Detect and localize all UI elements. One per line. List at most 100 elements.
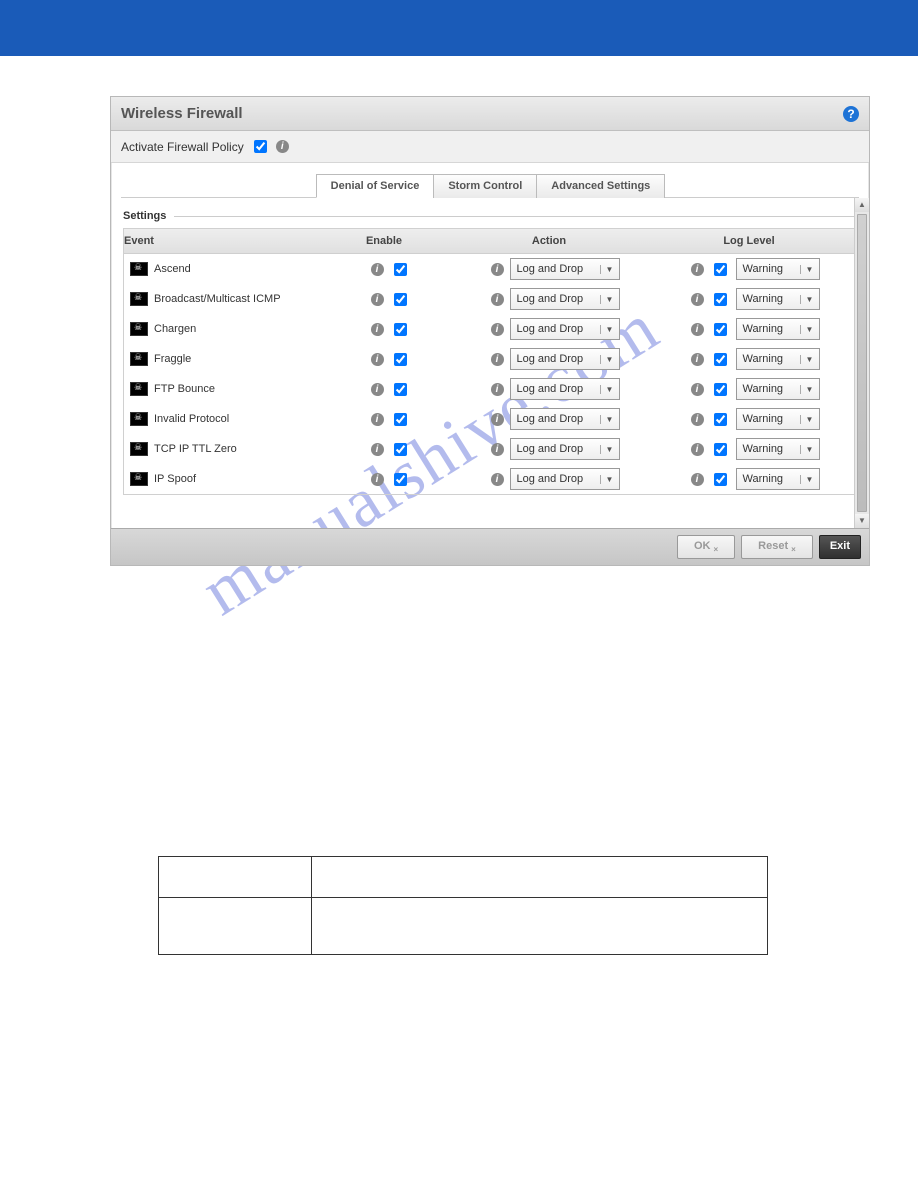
info-icon[interactable]: i [691, 413, 704, 426]
info-icon[interactable]: i [491, 443, 504, 456]
loglevel-value: Warning [737, 323, 800, 335]
info-icon[interactable]: i [491, 383, 504, 396]
info-icon[interactable]: i [491, 473, 504, 486]
action-dropdown[interactable]: Log and Drop▼ [510, 408, 620, 430]
loglevel-dropdown[interactable]: Warning▼ [736, 468, 820, 490]
scroll-up-icon[interactable]: ▲ [855, 198, 869, 212]
event-name: FTP Bounce [154, 383, 215, 395]
tab-storm-control[interactable]: Storm Control [433, 174, 537, 198]
info-icon[interactable]: i [371, 473, 384, 486]
table-row: AscendiiLog and Drop▼iWarning▼ [124, 254, 856, 284]
action-value: Log and Drop [511, 263, 600, 275]
loglevel-dropdown[interactable]: Warning▼ [736, 438, 820, 460]
enable-checkbox[interactable] [394, 293, 407, 306]
event-name: Broadcast/Multicast ICMP [154, 293, 281, 305]
scroll-down-icon[interactable]: ▼ [855, 514, 869, 528]
loglevel-checkbox[interactable] [714, 263, 727, 276]
info-icon[interactable]: i [691, 383, 704, 396]
chevron-down-icon: ▼ [800, 325, 819, 334]
skull-flag-icon [130, 382, 148, 396]
loglevel-dropdown[interactable]: Warning▼ [736, 318, 820, 340]
loglevel-checkbox[interactable] [714, 413, 727, 426]
info-icon[interactable]: i [371, 293, 384, 306]
loglevel-dropdown[interactable]: Warning▼ [736, 348, 820, 370]
action-dropdown[interactable]: Log and Drop▼ [510, 348, 620, 370]
action-dropdown[interactable]: Log and Drop▼ [510, 378, 620, 400]
info-icon[interactable]: i [691, 353, 704, 366]
scrollbar[interactable]: ▲ ▼ [854, 198, 869, 528]
description-table [158, 856, 768, 955]
help-icon[interactable]: ? [843, 106, 859, 122]
loglevel-checkbox[interactable] [714, 293, 727, 306]
scroll-thumb[interactable] [857, 214, 867, 512]
tab-denial-of-service[interactable]: Denial of Service [316, 174, 435, 198]
info-icon[interactable]: i [691, 473, 704, 486]
info-icon[interactable]: i [691, 443, 704, 456]
info-icon[interactable]: i [276, 140, 289, 153]
info-icon[interactable]: i [371, 353, 384, 366]
info-icon[interactable]: i [371, 323, 384, 336]
info-icon[interactable]: i [371, 383, 384, 396]
enable-checkbox[interactable] [394, 443, 407, 456]
skull-flag-icon [130, 472, 148, 486]
content-scroller: Settings Event Enable Action Log Level A… [111, 198, 869, 528]
enable-checkbox[interactable] [394, 383, 407, 396]
table-row: TCP IP TTL ZeroiiLog and Drop▼iWarning▼ [124, 434, 856, 464]
skull-flag-icon [130, 292, 148, 306]
info-icon[interactable]: i [691, 293, 704, 306]
event-name: IP Spoof [154, 473, 196, 485]
action-dropdown[interactable]: Log and Drop▼ [510, 258, 620, 280]
grid-header: Event Enable Action Log Level [124, 229, 856, 254]
loglevel-checkbox[interactable] [714, 443, 727, 456]
ok-button[interactable]: OK× [677, 535, 735, 559]
enable-checkbox[interactable] [394, 323, 407, 336]
exit-button[interactable]: Exit [819, 535, 861, 559]
enable-checkbox[interactable] [394, 413, 407, 426]
enable-checkbox[interactable] [394, 353, 407, 366]
chevron-down-icon: ▼ [800, 355, 819, 364]
info-icon[interactable]: i [491, 353, 504, 366]
info-icon[interactable]: i [491, 323, 504, 336]
activate-label: Activate Firewall Policy [121, 140, 244, 154]
skull-flag-icon [130, 262, 148, 276]
table-row: ChargeniiLog and Drop▼iWarning▼ [124, 314, 856, 344]
info-icon[interactable]: i [491, 293, 504, 306]
action-value: Log and Drop [511, 413, 600, 425]
loglevel-dropdown[interactable]: Warning▼ [736, 258, 820, 280]
loglevel-checkbox[interactable] [714, 383, 727, 396]
firewall-panel: Wireless Firewall ? Activate Firewall Po… [110, 96, 870, 566]
settings-label: Settings [123, 210, 166, 222]
top-blue-bar [0, 0, 918, 56]
enable-checkbox[interactable] [394, 473, 407, 486]
chevron-down-icon: ▼ [600, 415, 619, 424]
info-icon[interactable]: i [491, 263, 504, 276]
loglevel-checkbox[interactable] [714, 323, 727, 336]
loglevel-value: Warning [737, 263, 800, 275]
chevron-down-icon: ▼ [600, 355, 619, 364]
loglevel-checkbox[interactable] [714, 353, 727, 366]
enable-checkbox[interactable] [394, 263, 407, 276]
settings-divider: Settings [123, 210, 857, 222]
loglevel-value: Warning [737, 353, 800, 365]
loglevel-dropdown[interactable]: Warning▼ [736, 288, 820, 310]
action-dropdown[interactable]: Log and Drop▼ [510, 318, 620, 340]
skull-flag-icon [130, 322, 148, 336]
settings-content: Settings Event Enable Action Log Level A… [111, 198, 869, 499]
info-icon[interactable]: i [491, 413, 504, 426]
action-dropdown[interactable]: Log and Drop▼ [510, 288, 620, 310]
info-icon[interactable]: i [691, 263, 704, 276]
loglevel-checkbox[interactable] [714, 473, 727, 486]
loglevel-dropdown[interactable]: Warning▼ [736, 378, 820, 400]
tab-advanced-settings[interactable]: Advanced Settings [536, 174, 665, 198]
action-dropdown[interactable]: Log and Drop▼ [510, 468, 620, 490]
info-icon[interactable]: i [371, 443, 384, 456]
reset-button[interactable]: Reset× [741, 535, 813, 559]
chevron-down-icon: ▼ [600, 325, 619, 334]
activate-checkbox[interactable] [254, 140, 267, 153]
info-icon[interactable]: i [371, 263, 384, 276]
info-icon[interactable]: i [691, 323, 704, 336]
panel-header: Wireless Firewall ? [111, 97, 869, 131]
action-dropdown[interactable]: Log and Drop▼ [510, 438, 620, 460]
loglevel-dropdown[interactable]: Warning▼ [736, 408, 820, 430]
info-icon[interactable]: i [371, 413, 384, 426]
